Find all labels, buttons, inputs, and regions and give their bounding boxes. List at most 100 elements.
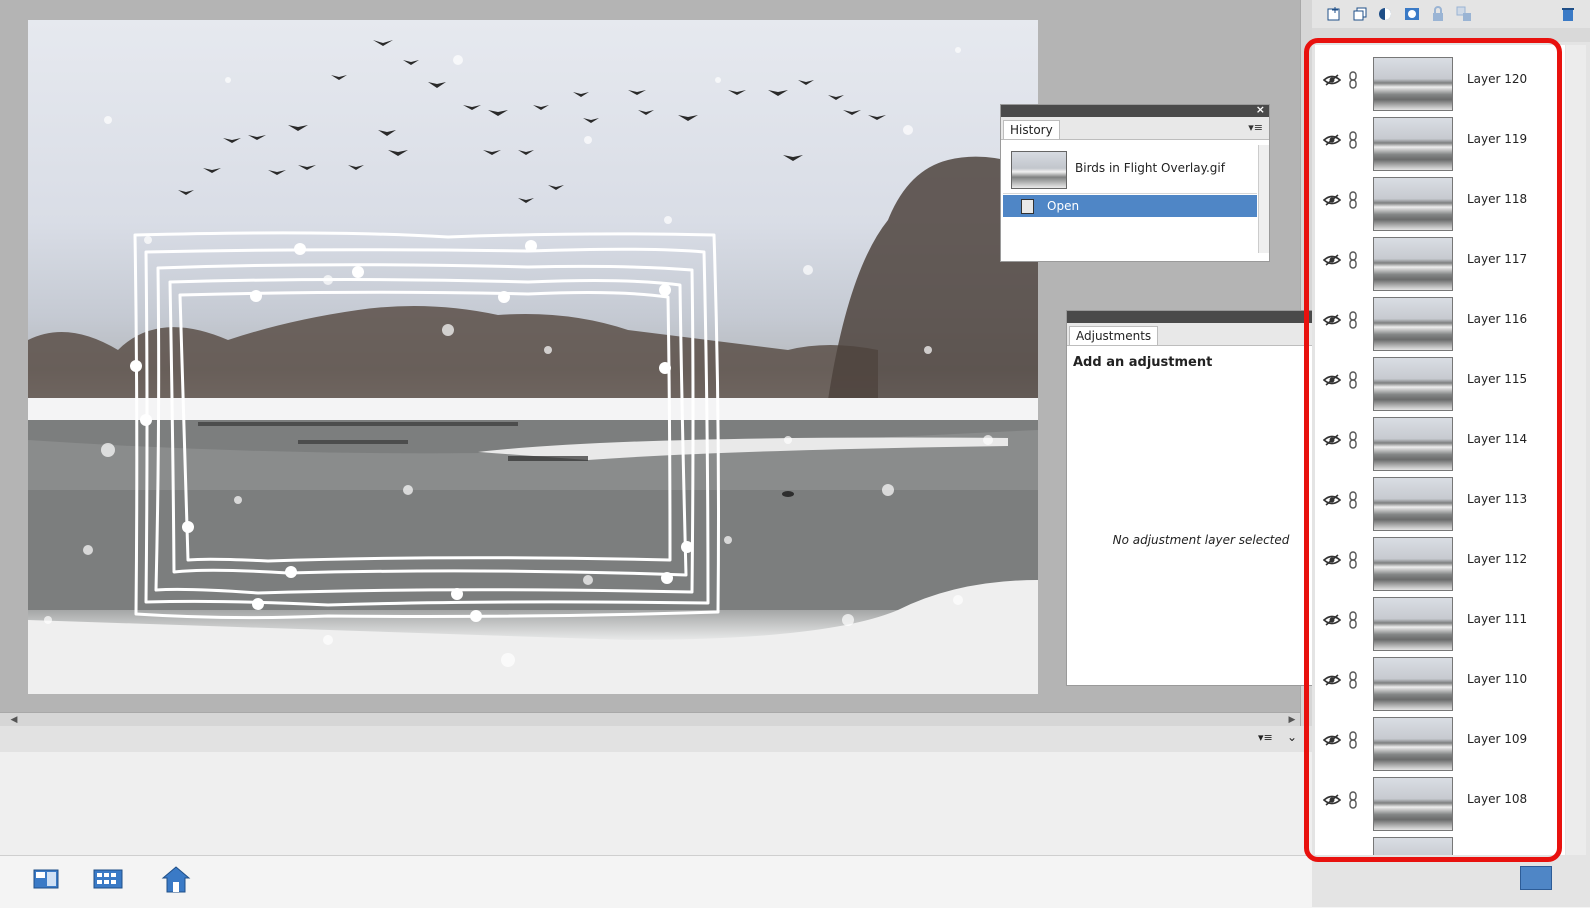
layer-row[interactable]: Layer 116 bbox=[1315, 291, 1565, 352]
chevron-down-icon[interactable]: ⌄ bbox=[1287, 730, 1297, 744]
eye-hidden-icon[interactable] bbox=[1322, 613, 1342, 627]
tab-history[interactable]: History bbox=[1003, 120, 1060, 139]
eye-hidden-icon[interactable] bbox=[1322, 553, 1342, 567]
lock-transparency-icon[interactable] bbox=[1454, 4, 1474, 24]
horizontal-scrollbar[interactable]: ◀ ▶ bbox=[0, 712, 1300, 727]
layer-thumbnail bbox=[1373, 717, 1453, 771]
layer-thumbnail bbox=[1373, 537, 1453, 591]
layer-row[interactable]: Layer 115 bbox=[1315, 351, 1565, 412]
layer-name: Layer 109 bbox=[1467, 732, 1528, 746]
photo-bin[interactable] bbox=[0, 752, 1312, 855]
adjustment-layer-icon[interactable] bbox=[1376, 4, 1396, 24]
panel-menu-icon[interactable]: ▾≡ bbox=[1248, 121, 1263, 134]
layer-name: Layer 116 bbox=[1467, 312, 1528, 326]
layers-list[interactable]: Layer 120 Layer 119 Layer 118 Layer 117 Laye… bbox=[1315, 45, 1565, 855]
layer-name: Layer 114 bbox=[1467, 432, 1528, 446]
history-title-bar[interactable]: × bbox=[1001, 103, 1269, 117]
layer-row[interactable]: Layer 109 bbox=[1315, 711, 1565, 772]
history-tab-row: History ▾≡ bbox=[1001, 117, 1269, 140]
link-icon[interactable] bbox=[1348, 431, 1358, 449]
layer-row[interactable]: Layer 117 bbox=[1315, 231, 1565, 292]
history-scrollbar[interactable] bbox=[1258, 145, 1269, 253]
lock-icon[interactable] bbox=[1428, 4, 1448, 24]
eye-hidden-icon[interactable] bbox=[1322, 253, 1342, 267]
layer-thumbnail bbox=[1373, 57, 1453, 111]
eye-hidden-icon[interactable] bbox=[1322, 133, 1342, 147]
history-item-selected[interactable]: Open bbox=[1003, 195, 1257, 217]
history-item[interactable]: Birds in Flight Overlay.gif bbox=[1003, 145, 1257, 194]
layer-name: Layer 120 bbox=[1467, 72, 1528, 86]
layer-name: Layer 112 bbox=[1467, 552, 1528, 566]
layer-row[interactable]: Layer 112 bbox=[1315, 531, 1565, 592]
new-group-icon[interactable] bbox=[1350, 4, 1370, 24]
link-icon[interactable] bbox=[1348, 131, 1358, 149]
link-icon[interactable] bbox=[1348, 311, 1358, 329]
layer-thumbnail bbox=[1373, 837, 1453, 855]
eye-hidden-icon[interactable] bbox=[1322, 73, 1342, 87]
layer-row[interactable]: Layer 118 bbox=[1315, 171, 1565, 232]
layer-row[interactable]: Layer 110 bbox=[1315, 651, 1565, 712]
layer-thumbnail bbox=[1373, 237, 1453, 291]
bin-menu-icon[interactable]: ▾≡ bbox=[1258, 731, 1273, 744]
link-icon[interactable] bbox=[1348, 251, 1358, 269]
new-layer-icon[interactable] bbox=[1324, 4, 1344, 24]
document-image[interactable] bbox=[28, 20, 1038, 694]
history-item-label: Birds in Flight Overlay.gif bbox=[1075, 161, 1225, 175]
layers-scrollbar[interactable] bbox=[1566, 45, 1586, 855]
layer-name: Layer 111 bbox=[1467, 612, 1528, 626]
layer-thumbnail bbox=[1373, 417, 1453, 471]
document-icon bbox=[1021, 199, 1034, 214]
link-icon[interactable] bbox=[1348, 671, 1358, 689]
eye-hidden-icon[interactable] bbox=[1322, 673, 1342, 687]
eye-hidden-icon[interactable] bbox=[1322, 373, 1342, 387]
layer-row[interactable]: Layer 111 bbox=[1315, 591, 1565, 652]
eye-hidden-icon[interactable] bbox=[1322, 313, 1342, 327]
layout-icon bbox=[33, 869, 59, 889]
history-item-label: Open bbox=[1047, 199, 1080, 213]
layer-row[interactable]: Layer 114 bbox=[1315, 411, 1565, 472]
organizer-button[interactable] bbox=[92, 862, 124, 896]
layer-thumbnail bbox=[1373, 657, 1453, 711]
close-icon[interactable]: × bbox=[1256, 103, 1265, 116]
link-icon[interactable] bbox=[1348, 371, 1358, 389]
link-icon[interactable] bbox=[1348, 491, 1358, 509]
layer-name: Layer 110 bbox=[1467, 672, 1528, 686]
eye-hidden-icon[interactable] bbox=[1322, 793, 1342, 807]
history-panel: × History ▾≡ Birds in Flight Overlay.gif… bbox=[1000, 103, 1270, 262]
photo-bin-button[interactable] bbox=[30, 862, 62, 896]
link-icon[interactable] bbox=[1348, 551, 1358, 569]
adjustments-empty-message: No adjustment layer selected bbox=[1112, 533, 1290, 547]
adjustments-heading: Add an adjustment bbox=[1073, 355, 1213, 370]
eye-hidden-icon[interactable] bbox=[1322, 733, 1342, 747]
layer-name: Layer 118 bbox=[1467, 192, 1528, 206]
layer-thumbnail bbox=[1373, 597, 1453, 651]
layer-mask-icon[interactable] bbox=[1402, 4, 1422, 24]
layer-thumbnail bbox=[1373, 477, 1453, 531]
layer-row[interactable]: Layer 113 bbox=[1315, 471, 1565, 532]
scroll-right-icon[interactable]: ▶ bbox=[1286, 714, 1298, 726]
layer-row[interactable]: Layer 119 bbox=[1315, 111, 1565, 172]
adjustments-title-bar[interactable] bbox=[1067, 311, 1335, 323]
link-icon[interactable] bbox=[1348, 71, 1358, 89]
layer-row-partial[interactable] bbox=[1315, 831, 1565, 855]
eye-hidden-icon[interactable] bbox=[1322, 433, 1342, 447]
tab-adjustments[interactable]: Adjustments bbox=[1069, 326, 1159, 345]
eye-hidden-icon[interactable] bbox=[1322, 193, 1342, 207]
photo-bin-header: ▾≡ ⌄ bbox=[0, 726, 1312, 753]
link-icon[interactable] bbox=[1348, 731, 1358, 749]
layer-name: Layer 119 bbox=[1467, 132, 1528, 146]
home-button[interactable] bbox=[160, 862, 192, 896]
scroll-left-icon[interactable]: ◀ bbox=[8, 714, 20, 726]
home-icon bbox=[161, 866, 191, 893]
panel-bin-toggle[interactable] bbox=[1520, 866, 1552, 890]
link-icon[interactable] bbox=[1348, 191, 1358, 209]
trash-icon[interactable] bbox=[1558, 4, 1578, 24]
link-icon[interactable] bbox=[1348, 791, 1358, 809]
layer-thumbnail bbox=[1373, 297, 1453, 351]
eye-hidden-icon[interactable] bbox=[1322, 493, 1342, 507]
layer-row[interactable]: Layer 108 bbox=[1315, 771, 1565, 832]
history-thumbnail bbox=[1011, 151, 1067, 189]
layer-name: Layer 108 bbox=[1467, 792, 1528, 806]
link-icon[interactable] bbox=[1348, 611, 1358, 629]
layer-row[interactable]: Layer 120 bbox=[1315, 51, 1565, 112]
